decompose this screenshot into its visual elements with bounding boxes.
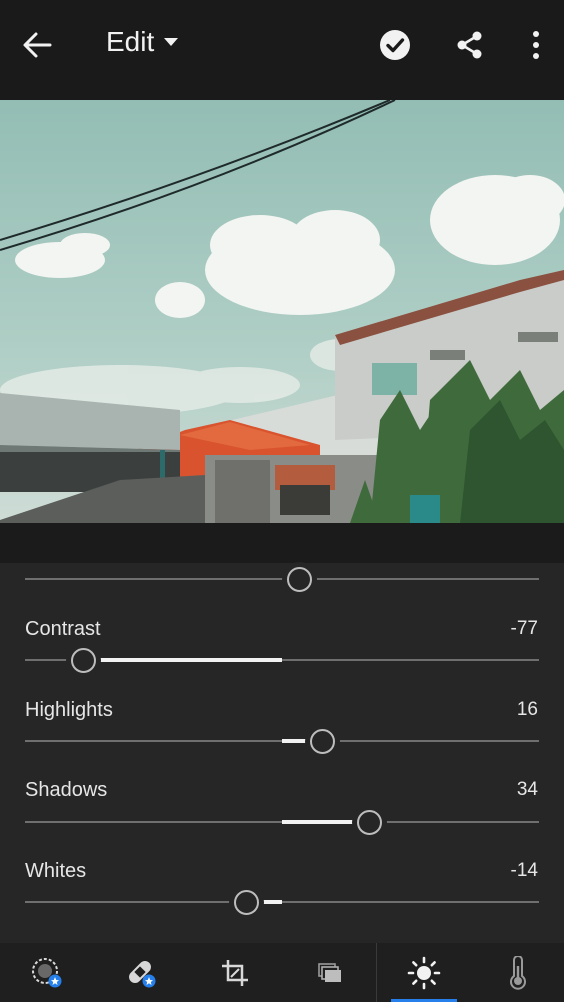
whites-slider[interactable]: [25, 890, 539, 915]
contrast-label: Contrast: [25, 618, 101, 640]
photo-preview[interactable]: [0, 100, 564, 523]
whites-thumb[interactable]: [234, 890, 259, 915]
crop-tool-button[interactable]: [188, 943, 282, 1002]
contrast-value[interactable]: -77: [511, 618, 538, 640]
whites-value[interactable]: -14: [511, 860, 538, 882]
top-bar: Edit: [0, 0, 564, 100]
more-vertical-icon[interactable]: [524, 30, 548, 60]
contrast-thumb[interactable]: [71, 648, 96, 673]
contrast-fill: [83, 658, 282, 662]
light-tool-button[interactable]: [377, 943, 471, 1002]
shadows-thumb[interactable]: [357, 810, 382, 835]
screen-title: Edit: [106, 26, 155, 57]
checkmark-circle-icon[interactable]: [379, 29, 411, 61]
color-tool-button[interactable]: [471, 943, 564, 1002]
back-arrow-icon[interactable]: [20, 28, 54, 62]
shadows-fill: [282, 820, 369, 824]
selective-tool-button[interactable]: [0, 943, 94, 1002]
chevron-down-icon: [164, 38, 179, 46]
healing-bandage-icon: [129, 960, 156, 987]
edit-mode-dropdown[interactable]: Edit: [106, 26, 179, 58]
light-sun-icon: [407, 956, 441, 989]
selective-mask-icon: [32, 957, 62, 987]
whites-label: Whites: [25, 860, 87, 882]
contrast-slider[interactable]: [25, 648, 539, 673]
shadows-slider[interactable]: [25, 810, 539, 835]
crop-icon: [222, 959, 248, 986]
exposure-thumb[interactable]: [287, 567, 312, 592]
share-icon[interactable]: [455, 30, 485, 60]
exposure-track: [25, 578, 539, 580]
highlights-slider[interactable]: [25, 729, 539, 754]
highlights-thumb[interactable]: [310, 729, 335, 754]
photo-bottom-gap: [0, 523, 564, 563]
photo-image: [0, 100, 564, 523]
color-thermometer-icon: [510, 955, 526, 990]
exposure-slider[interactable]: [25, 567, 539, 592]
presets-icon: [318, 962, 341, 982]
light-adjustments-panel: Contrast -77 Highlights 16 Shadows 34 Wh…: [0, 563, 564, 943]
shadows-value[interactable]: 34: [517, 779, 538, 801]
bottom-toolbar: [0, 943, 564, 1002]
highlights-label: Highlights: [25, 699, 113, 721]
presets-tool-button[interactable]: [282, 943, 376, 1002]
healing-tool-button[interactable]: [94, 943, 188, 1002]
shadows-label: Shadows: [25, 779, 108, 801]
highlights-value[interactable]: 16: [517, 699, 538, 721]
whites-track: [25, 901, 539, 903]
